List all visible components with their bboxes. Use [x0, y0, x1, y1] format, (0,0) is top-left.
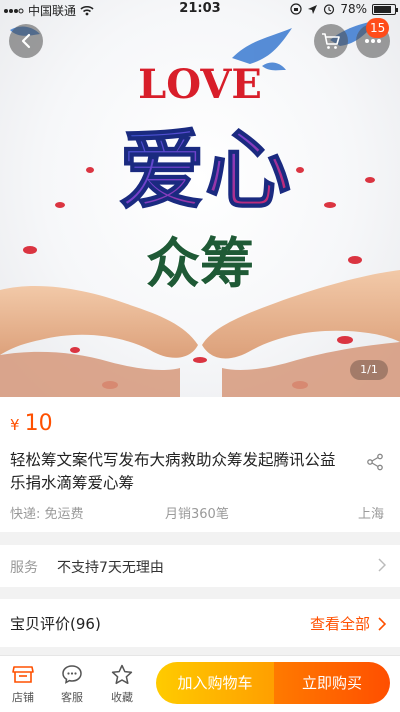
price: ¥ 10 — [10, 411, 53, 436]
add-to-cart-button[interactable]: 加入购物车 — [156, 662, 274, 704]
favorite-tab[interactable]: 收藏 — [102, 662, 142, 705]
location-arrow-icon — [308, 4, 318, 14]
status-bar: 中国联通 21:03 78% — [0, 0, 400, 18]
product-image-art: LOVE 爱心 众筹 — [0, 20, 400, 397]
customer-service-label: 客服 — [61, 691, 83, 704]
love-text: LOVE — [138, 61, 262, 108]
product-info-card: ¥ 10 轻松筹文案代写发布大病救助众筹发起腾讯公益乐捐水滴筹爱心筹 快递: 免… — [0, 397, 400, 532]
view-all-reviews-link[interactable]: 查看全部 — [310, 613, 386, 634]
reviews-row: 宝贝评价(96) 查看全部 — [0, 599, 400, 647]
store-tab[interactable]: 店铺 — [3, 662, 43, 705]
buy-now-button[interactable]: 立即购买 — [274, 662, 390, 704]
service-value: 不支持7天无理由 — [57, 560, 164, 576]
chat-icon — [62, 665, 82, 684]
battery-icon — [372, 3, 398, 15]
cart-button[interactable] — [314, 24, 348, 58]
product-image[interactable]: LOVE 爱心 众筹 — [0, 0, 400, 397]
hero-subheadline: 众筹 — [146, 232, 254, 295]
share-icon — [367, 453, 383, 471]
monthly-sales: 月销360笔 — [165, 507, 229, 522]
favorite-label: 收藏 — [111, 691, 133, 704]
cart-icon — [322, 33, 340, 49]
service-row[interactable]: 服务 不支持7天无理由 — [0, 545, 400, 587]
star-icon — [111, 664, 133, 684]
shipping-info: 快递: 免运费 — [10, 507, 84, 522]
hero-headline: 爱心 — [119, 121, 291, 221]
reviews-label: 宝贝评价(96) — [10, 615, 101, 633]
notification-badge: 15 — [366, 18, 390, 38]
bottom-action-bar: 店铺 客服 收藏 加入购物车 立即购买 — [0, 655, 400, 712]
chevron-right-icon — [378, 558, 386, 572]
chevron-right-icon — [378, 616, 386, 631]
battery-percent: 78% — [340, 2, 367, 16]
price-symbol: ¥ — [10, 416, 20, 434]
image-counter: 1/1 — [350, 360, 388, 380]
back-button[interactable] — [9, 24, 43, 58]
price-value: 10 — [24, 411, 53, 436]
alarm-icon — [324, 4, 335, 15]
customer-service-tab[interactable]: 客服 — [52, 662, 92, 705]
service-label: 服务 — [10, 560, 38, 576]
back-arrow-icon — [21, 33, 31, 49]
view-all-label: 查看全部 — [309, 615, 370, 633]
more-dots-icon — [365, 39, 381, 43]
ship-location: 上海 — [357, 507, 384, 522]
product-title: 轻松筹文案代写发布大病救助众筹发起腾讯公益乐捐水滴筹爱心筹 — [10, 451, 336, 492]
store-label: 店铺 — [12, 691, 34, 704]
store-icon — [12, 666, 34, 683]
lock-rotation-icon — [290, 3, 302, 15]
status-right-group: 78% — [290, 2, 398, 16]
share-button[interactable] — [366, 453, 384, 475]
